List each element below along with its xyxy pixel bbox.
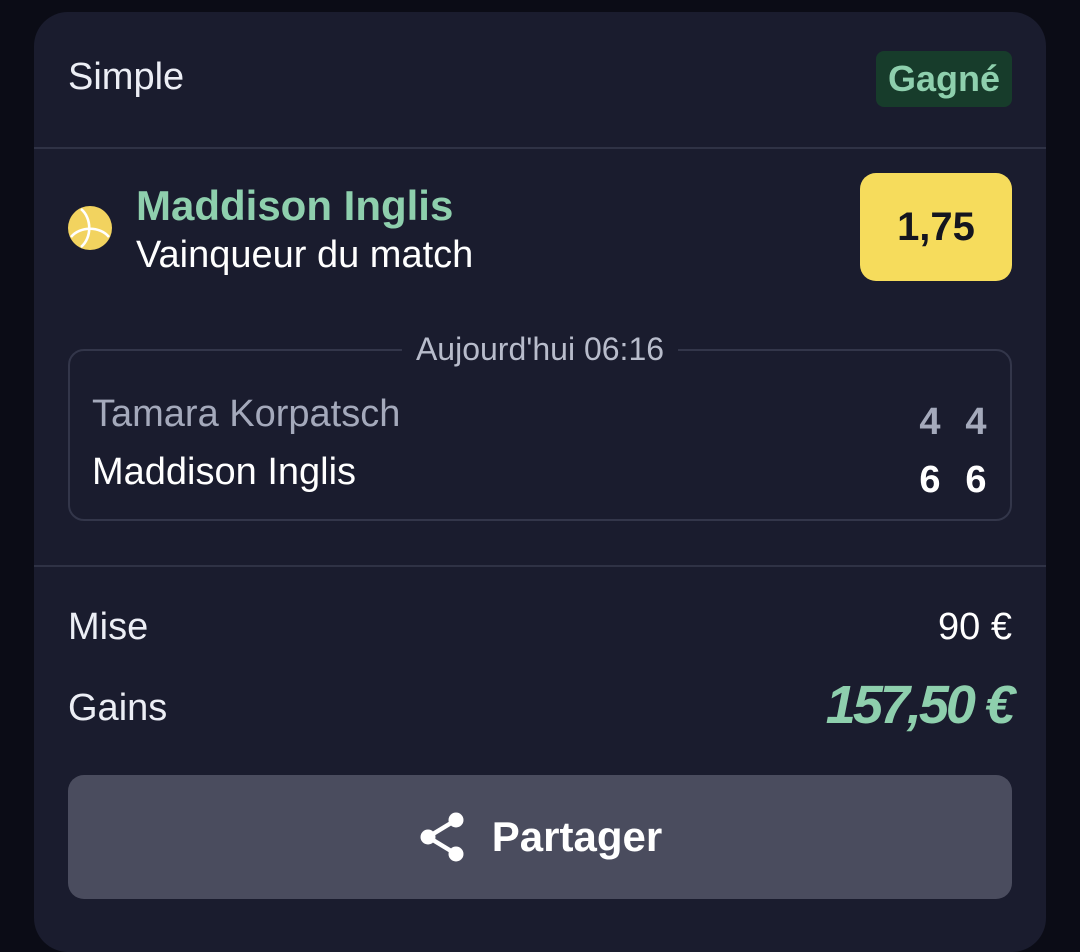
bet-ticket-card: Simple Gagné Maddison Inglis Vainqueur d… [34, 12, 1046, 952]
team-row: Maddison Inglis 6 6 [92, 451, 988, 501]
match-score-box: Aujourd'hui 06:16 Tamara Korpatsch 4 4 M… [68, 331, 1012, 521]
share-button[interactable]: Partager [68, 775, 1012, 899]
odds-button[interactable]: 1,75 [860, 173, 1012, 281]
team-name: Maddison Inglis [92, 451, 357, 493]
bet-header: Simple Gagné [34, 12, 1046, 148]
stake-label: Mise [68, 606, 149, 648]
team-row: Tamara Korpatsch 4 4 [92, 393, 988, 443]
tennis-ball-icon [68, 206, 112, 250]
winnings-label: Gains [68, 687, 168, 729]
divider [34, 565, 1046, 567]
market-name: Vainqueur du match [136, 234, 474, 276]
share-label: Partager [491, 813, 663, 860]
set-score: 4 [965, 401, 987, 443]
team-name: Tamara Korpatsch [92, 393, 401, 435]
winnings-value: 157,50 € [825, 675, 1015, 735]
share-icon [420, 812, 464, 862]
set-score: 4 [919, 401, 941, 443]
status-badge: Gagné [875, 51, 1012, 107]
bet-type-label: Simple [68, 56, 185, 98]
match-datetime: Aujourd'hui 06:16 [401, 331, 679, 368]
set-score: 6 [965, 459, 987, 501]
divider [34, 147, 1046, 149]
set-score: 6 [919, 459, 941, 501]
selection-name: Maddison Inglis [136, 182, 454, 229]
stake-value: 90 € [938, 606, 1012, 648]
